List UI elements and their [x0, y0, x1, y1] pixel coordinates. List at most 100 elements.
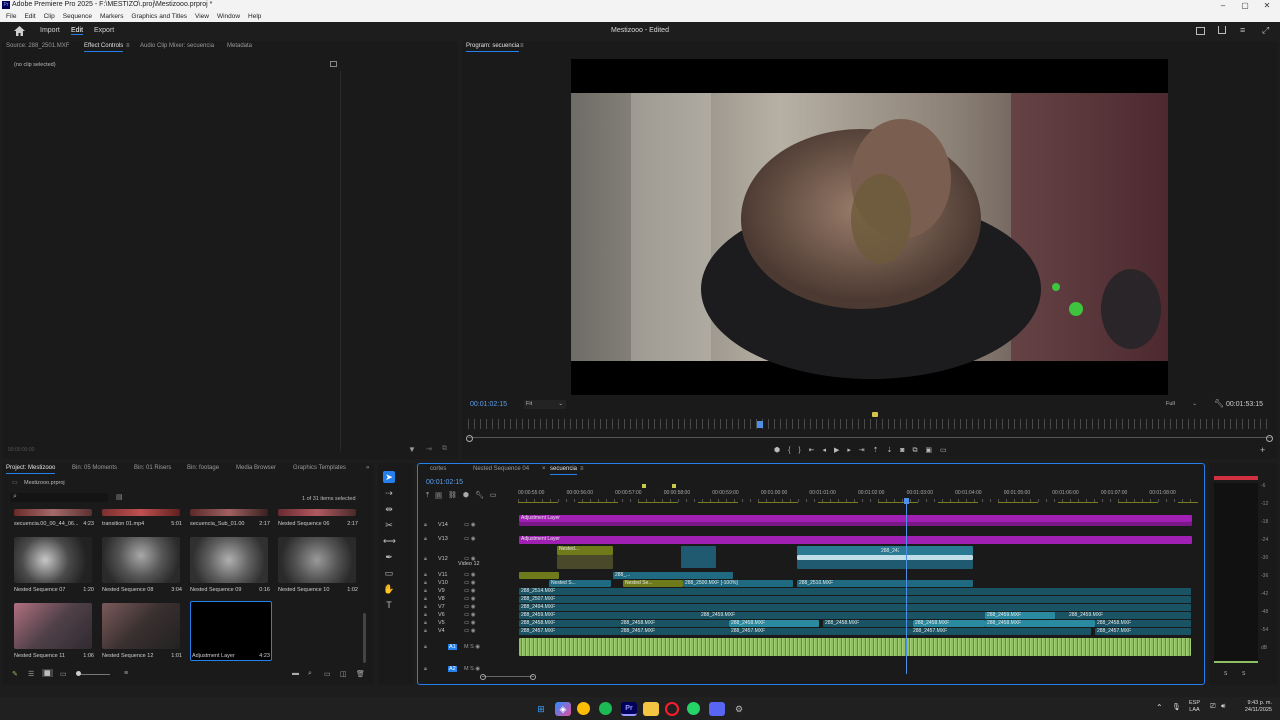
work-area-bar[interactable]: [518, 502, 1198, 503]
fullscreen-icon[interactable]: ⤢: [1262, 25, 1269, 36]
lock-icon[interactable]: 🔒︎: [424, 572, 427, 579]
workspaces-icon[interactable]: [1196, 27, 1205, 35]
track-controls[interactable]: M S ◉: [464, 644, 480, 650]
video-clip[interactable]: 288_2458.MXF: [619, 620, 729, 627]
zoom-handle-left[interactable]: [480, 674, 486, 680]
video-clip[interactable]: 288_...: [613, 572, 733, 579]
video-clip[interactable]: 288_2457.MXF: [1095, 628, 1191, 635]
safe-margins-icon[interactable]: ▭: [940, 447, 947, 454]
slip-tool-icon[interactable]: ⟷: [383, 535, 396, 547]
track-label[interactable]: V11: [438, 572, 447, 578]
tab-cortes[interactable]: cortes: [430, 466, 446, 472]
thumbnail[interactable]: [14, 509, 92, 516]
menu-file[interactable]: File: [6, 11, 16, 22]
track-label[interactable]: V7: [438, 604, 445, 610]
tab-source[interactable]: Source: 288_2501.MXF: [6, 43, 69, 49]
timeline-zoom-bar[interactable]: [482, 676, 534, 677]
mark-in-icon[interactable]: {: [788, 447, 790, 454]
wrench-icon[interactable]: 🔧︎: [475, 492, 484, 499]
thumbnail[interactable]: [14, 537, 92, 583]
captions-icon[interactable]: ▭: [490, 492, 497, 499]
video-clip[interactable]: 288_2510.MXF: [797, 580, 973, 587]
menu-edit[interactable]: Edit: [24, 11, 35, 22]
lock-icon[interactable]: 🔒︎: [424, 628, 427, 635]
step-forward-icon[interactable]: ▸: [847, 447, 851, 454]
add-marker-icon[interactable]: ⬢: [463, 492, 469, 499]
settings-icon[interactable]: ⚙: [731, 702, 747, 716]
video-clip[interactable]: 288_2458.MXF: [729, 620, 819, 627]
fit-dropdown[interactable]: Fit ⌄: [524, 400, 566, 409]
video-clip[interactable]: [797, 560, 973, 569]
razor-icon[interactable]: ✂: [383, 519, 395, 531]
item-name[interactable]: Adjustment Layer: [192, 653, 235, 659]
adjustment-layer-clip[interactable]: Adjustment Layer: [519, 536, 1192, 544]
video-clip[interactable]: 288_2457.MXF: [519, 628, 619, 635]
lock-icon[interactable]: 🔒︎: [424, 556, 427, 563]
nested-clip[interactable]: Nested Se...: [623, 580, 683, 587]
tab-effect-controls[interactable]: Effect Controls: [84, 43, 124, 52]
adjustment-layer-thumbnail[interactable]: [190, 601, 272, 661]
track-label[interactable]: V14: [438, 522, 448, 528]
tab-metadata[interactable]: Metadata: [227, 43, 252, 49]
timeline-playhead[interactable]: [906, 502, 907, 674]
tab-audio-clip-mixer[interactable]: Audio Clip Mixer: secuencia: [140, 43, 214, 49]
track-controls[interactable]: ▭ ◉: [464, 596, 476, 602]
multicam-icon[interactable]: ▣: [925, 447, 932, 454]
item-name[interactable]: Nested Sequence 11: [14, 653, 65, 659]
track-label[interactable]: V8: [438, 596, 445, 602]
item-name[interactable]: secuencia_Sub_01.00: [190, 521, 244, 527]
thumbnail[interactable]: [278, 509, 356, 516]
track-controls[interactable]: ▭ ◉: [464, 580, 476, 586]
video-clip[interactable]: 288_2494.MXF: [519, 604, 1191, 611]
copilot-icon[interactable]: ◈: [555, 702, 571, 716]
camera-icon[interactable]: ◙: [900, 447, 904, 454]
menu-icon[interactable]: ≡: [1240, 26, 1245, 35]
item-name[interactable]: transition 01.mp4: [102, 521, 144, 527]
track-select-icon[interactable]: ⇢: [383, 487, 395, 499]
zoom-slider-handle[interactable]: [76, 671, 81, 676]
item-name[interactable]: Nested Sequence 07: [14, 587, 65, 593]
thumbnail[interactable]: [14, 603, 92, 649]
audio-clip[interactable]: [519, 638, 1191, 656]
clip-indicator[interactable]: [1214, 476, 1258, 480]
playhead-handle[interactable]: [904, 498, 909, 504]
tab-bin-moments[interactable]: Bin: 05 Moments: [72, 465, 117, 471]
lift-icon[interactable]: ⇡: [873, 447, 879, 454]
premiere-icon[interactable]: Pr: [621, 702, 637, 716]
more-tabs-icon[interactable]: »: [366, 465, 369, 471]
thumbnail[interactable]: [102, 603, 180, 649]
discord-icon[interactable]: [709, 702, 725, 716]
language-indicator[interactable]: ESP LAA: [1189, 700, 1200, 714]
panel-toggle-icon[interactable]: [330, 61, 337, 67]
menu-markers[interactable]: Markers: [100, 11, 123, 22]
video-clip[interactable]: 288_2500.MXF [-100%]: [683, 580, 793, 587]
marker-icon[interactable]: [872, 412, 878, 417]
program-menu-icon[interactable]: ≡: [520, 43, 524, 49]
type-tool-icon[interactable]: T: [383, 599, 395, 611]
video-clip[interactable]: 288_2459.MXF: [1067, 612, 1127, 619]
item-name[interactable]: Nested Sequence 06: [278, 521, 329, 527]
track-controls[interactable]: ▭ ◉: [464, 620, 476, 626]
pencil-icon[interactable]: ✎: [12, 670, 18, 678]
new-item-icon[interactable]: ◫: [340, 670, 347, 678]
zoom-bar[interactable]: [468, 437, 1272, 438]
video-clip[interactable]: 288_2457.MXF: [729, 628, 911, 635]
track-controls[interactable]: ▭ ◉: [464, 572, 476, 578]
program-ruler[interactable]: [468, 419, 1272, 429]
spotify-icon[interactable]: [599, 702, 612, 715]
mark-out-icon[interactable]: }: [798, 447, 800, 454]
program-playhead[interactable]: [757, 421, 764, 428]
play-icon[interactable]: ▶: [834, 447, 839, 454]
windows-start-icon[interactable]: ⊞: [533, 702, 549, 716]
menu-help[interactable]: Help: [248, 11, 261, 22]
lock-icon[interactable]: 🔒︎: [424, 666, 427, 673]
ripple-edit-icon[interactable]: ⇹: [383, 503, 395, 515]
close-tab-icon[interactable]: ×: [542, 466, 546, 472]
track-controls[interactable]: ▭ ◉: [464, 604, 476, 610]
zoom-handle-right[interactable]: [530, 674, 536, 680]
video-clip[interactable]: 288_2459.MXF: [699, 612, 799, 619]
video-clip[interactable]: 288_2458.MXF: [985, 620, 1095, 627]
track-label[interactable]: V12: [438, 556, 448, 562]
new-bin-icon[interactable]: ▤: [116, 493, 123, 501]
sort-icon[interactable]: ≡: [124, 670, 128, 677]
